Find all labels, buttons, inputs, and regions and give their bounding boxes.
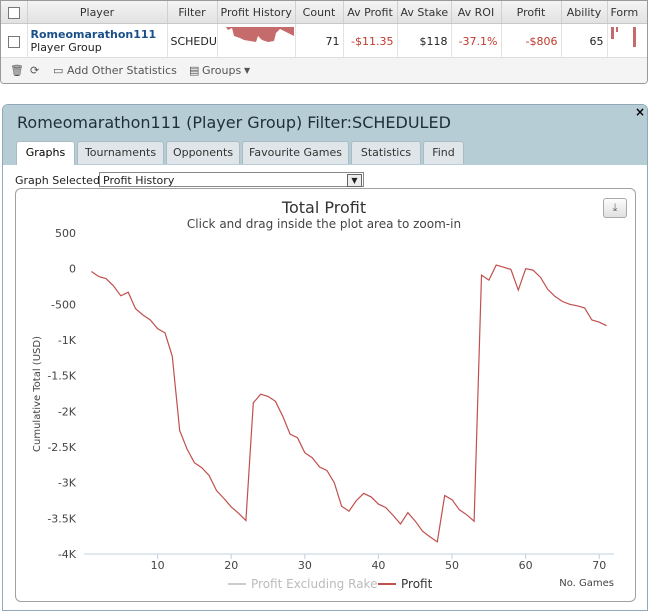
- groups-menu[interactable]: Groups: [202, 64, 241, 77]
- stats-table: Player Filter Profit History Count Av Pr…: [1, 1, 647, 59]
- select-all-checkbox[interactable]: [7, 6, 20, 19]
- graph-select[interactable]: Profit History ▼: [99, 172, 364, 187]
- av-roi-value: -37.1%: [451, 23, 502, 59]
- x-tick-label: 10: [151, 559, 165, 572]
- col-profit-history[interactable]: Profit History: [217, 1, 296, 24]
- chart-container: ⤓ Total Profit Click and drag inside the …: [15, 188, 636, 602]
- tab-statistics[interactable]: Statistics: [351, 141, 421, 164]
- add-stats-icon[interactable]: ▭: [53, 64, 63, 77]
- profit-history-sparkline: [217, 23, 296, 59]
- profit-series-line: [91, 264, 607, 543]
- graph-selected-label: Graph Selected:: [15, 174, 104, 187]
- col-av-roi[interactable]: Av ROI: [451, 1, 502, 24]
- refresh-icon[interactable]: ⟳: [30, 64, 39, 77]
- table-toolbar: 🗑 ⟳ ▭ Add Other Statistics ▤ Groups ▼: [1, 57, 647, 83]
- tab-find[interactable]: Find: [423, 141, 464, 164]
- player-cell: Romeomarathon111 Player Group: [27, 23, 168, 59]
- player-panel: Romeomarathon111 (Player Group) Filter:S…: [2, 104, 648, 611]
- y-axis-label: Cumulative Total (USD): [32, 336, 43, 452]
- table-row: Romeomarathon111 Player Group SCHEDULED …: [1, 23, 647, 59]
- player-group-label: Player Group: [30, 41, 102, 54]
- col-av-stake[interactable]: Av Stake: [397, 1, 452, 24]
- groups-icon[interactable]: ▤: [189, 64, 199, 77]
- x-tick-label: 60: [519, 559, 533, 572]
- ability-value: 65: [561, 23, 608, 59]
- row-checkbox[interactable]: [7, 35, 20, 48]
- x-tick-label: 30: [298, 559, 312, 572]
- x-tick-label: 40: [371, 559, 385, 572]
- form-sparkline: [607, 23, 647, 59]
- x-tick-label: 50: [445, 559, 459, 572]
- download-icon[interactable]: ⤓: [603, 198, 627, 218]
- chevron-down-icon[interactable]: ▼: [244, 66, 250, 75]
- tab-opponents[interactable]: Opponents: [166, 141, 240, 164]
- select-all-cell[interactable]: [1, 1, 28, 24]
- close-icon[interactable]: ×: [635, 105, 645, 119]
- chevron-down-icon[interactable]: ▼: [347, 174, 362, 187]
- legend-excl-rake: Profit Excluding Rake: [251, 577, 377, 591]
- graph-select-value: Profit History: [103, 174, 175, 187]
- y-tick-label: -1K: [58, 334, 77, 347]
- av-profit-value: -$11.35: [343, 23, 398, 59]
- col-filter[interactable]: Filter: [167, 1, 218, 24]
- profit-chart[interactable]: Total ProfitClick and drag inside the pl…: [16, 189, 633, 599]
- y-tick-label: -3.5K: [47, 512, 76, 525]
- y-tick-label: 0: [69, 263, 76, 276]
- col-form[interactable]: Form: [607, 1, 647, 24]
- col-ability[interactable]: Ability: [561, 1, 608, 24]
- profit-value: -$806: [501, 23, 562, 59]
- col-player[interactable]: Player: [27, 1, 168, 24]
- panel-title: Romeomarathon111 (Player Group) Filter:S…: [17, 113, 451, 132]
- x-tick-label: 20: [224, 559, 238, 572]
- chart-subtitle: Click and drag inside the plot area to z…: [187, 217, 461, 231]
- col-av-profit[interactable]: Av Profit: [343, 1, 398, 24]
- stats-table-box: Player Filter Profit History Count Av Pr…: [0, 0, 648, 84]
- y-tick-label: -500: [51, 298, 76, 311]
- trash-icon[interactable]: 🗑: [10, 64, 24, 77]
- add-stats-link[interactable]: Add Other Statistics: [67, 64, 177, 77]
- y-tick-label: -3K: [58, 477, 77, 490]
- chart-title: Total Profit: [281, 198, 366, 217]
- tab-graphs[interactable]: Graphs: [16, 141, 75, 165]
- y-tick-label: -2.5K: [47, 441, 76, 454]
- col-profit[interactable]: Profit: [501, 1, 562, 24]
- y-tick-label: 500: [55, 227, 76, 240]
- x-axis-label: No. Games: [559, 578, 614, 589]
- y-tick-label: -1.5K: [47, 370, 76, 383]
- col-count[interactable]: Count: [295, 1, 344, 24]
- y-tick-label: -2K: [58, 405, 77, 418]
- count-value: 71: [295, 23, 344, 59]
- x-tick-label: 70: [592, 559, 606, 572]
- player-name-link[interactable]: Romeomarathon111: [31, 28, 164, 41]
- y-tick-label: -4K: [58, 548, 77, 561]
- tab-tournaments[interactable]: Tournaments: [77, 141, 164, 164]
- row-checkbox-cell[interactable]: [1, 23, 28, 59]
- filter-value: SCHEDULED: [167, 23, 218, 59]
- legend-profit: Profit: [401, 577, 433, 591]
- av-stake-value: $118: [397, 23, 452, 59]
- tab-favourite-games[interactable]: Favourite Games: [242, 141, 349, 164]
